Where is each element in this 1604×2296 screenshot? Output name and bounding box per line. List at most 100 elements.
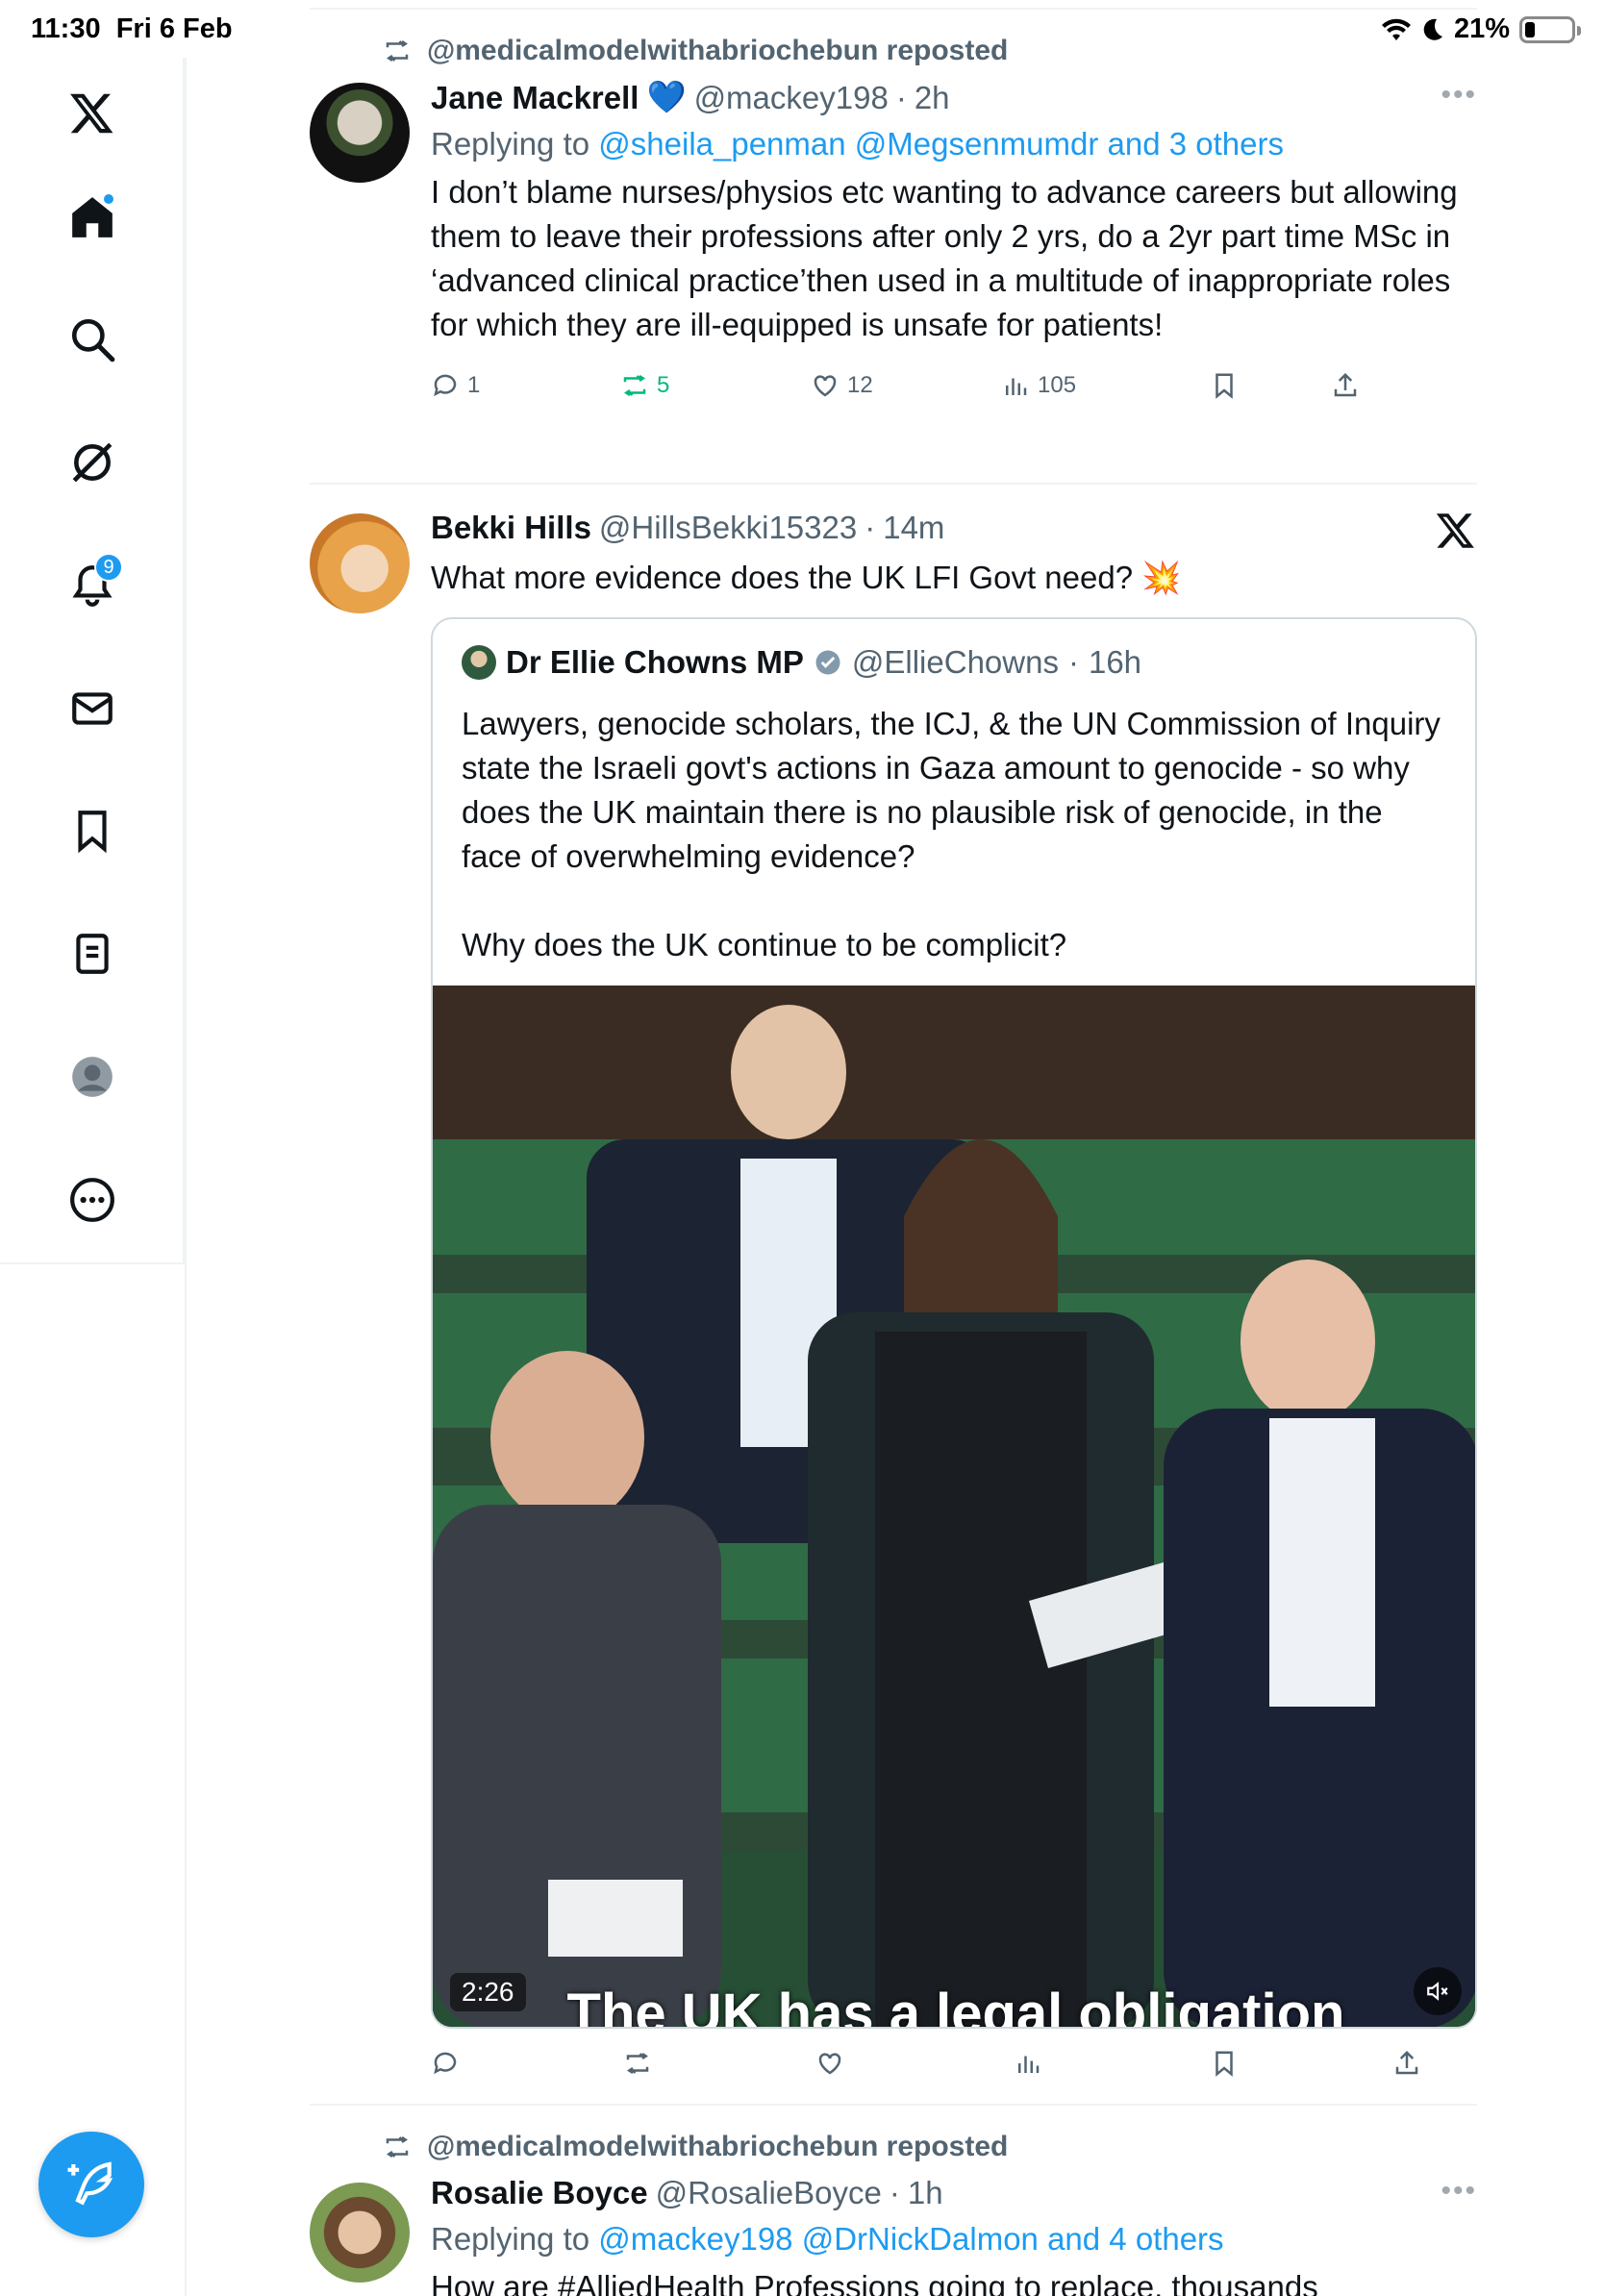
x-logo-icon: [1436, 513, 1474, 548]
reply-icon: [434, 374, 457, 397]
home-dot: [102, 192, 115, 206]
views-button[interactable]: 105: [1001, 371, 1076, 400]
like-button[interactable]: [815, 2049, 844, 2078]
share-icon: [1334, 372, 1357, 397]
separator: ·: [865, 510, 876, 545]
reply-context: Replying to @mackey198 @DrNickDalmon and…: [431, 2221, 1224, 2257]
author-handle[interactable]: @HillsBekki15323: [599, 510, 857, 546]
compose-button[interactable]: [38, 2132, 144, 2237]
messages-icon[interactable]: [58, 674, 127, 743]
repost-icon: [386, 39, 409, 62]
author-name[interactable]: Rosalie Boyce: [431, 2175, 648, 2211]
tweet-text: I don’t blame nurses/physios etc wanting…: [431, 174, 1458, 342]
verified-badge-icon: [815, 650, 840, 675]
author-name[interactable]: Bekki Hills: [431, 510, 591, 546]
views-icon: [1006, 378, 1027, 395]
avatar[interactable]: [310, 513, 410, 613]
share-button[interactable]: [1392, 2049, 1421, 2078]
heart-emoji: 💙: [646, 79, 687, 114]
top-divider: [310, 8, 1477, 10]
repost-indicator: @medicalmodelwithabriochebun reposted: [381, 35, 1008, 67]
repost-button[interactable]: 5: [620, 371, 669, 400]
bookmark-button[interactable]: [1210, 2049, 1239, 2078]
separator: ·: [1067, 644, 1079, 680]
views-icon: [1018, 2056, 1040, 2073]
home-icon[interactable]: [58, 183, 127, 252]
bookmarks-icon[interactable]: [58, 796, 127, 865]
notifications-icon[interactable]: 9: [58, 551, 127, 620]
repost-button[interactable]: [623, 2049, 652, 2078]
quote-timestamp[interactable]: 16h: [1089, 644, 1141, 681]
tweet-3[interactable]: @medicalmodelwithabriochebun reposted Ro…: [310, 2131, 1477, 2296]
separator: ·: [895, 79, 907, 115]
compose-icon: [67, 2161, 113, 2206]
action-bar: 1 5 12 105: [431, 366, 1477, 405]
x-logo-icon[interactable]: [58, 79, 127, 148]
share-icon: [1395, 2050, 1418, 2075]
sidebar: 9: [0, 58, 185, 1264]
timestamp[interactable]: 14m: [883, 510, 944, 546]
repost-indicator: @medicalmodelwithabriochebun reposted: [381, 2131, 1008, 2163]
avatar[interactable]: [310, 83, 410, 183]
status-time: 11:30 Fri 6 Feb: [31, 13, 233, 44]
repost-icon: [626, 2052, 649, 2075]
action-bar: [431, 2044, 1477, 2083]
reply-mentions[interactable]: @mackey198 @DrNickDalmon and 4 others: [598, 2221, 1223, 2257]
tweet-body: Jane Mackrell 💙 @mackey198 · 2h ••• Repl…: [431, 79, 1477, 405]
views-button[interactable]: [1014, 2049, 1042, 2078]
quoted-tweet[interactable]: Dr Ellie Chowns MP @EllieChowns · 16h La…: [431, 617, 1477, 2029]
video-caption: The UK has a legal obligation: [566, 1983, 1345, 2029]
bookmark-button[interactable]: [1210, 371, 1239, 400]
timestamp[interactable]: 2h: [915, 80, 950, 116]
search-icon[interactable]: [58, 305, 127, 374]
mute-button[interactable]: [1414, 1967, 1462, 2015]
avatar[interactable]: [310, 2183, 410, 2283]
tweet-header: Bekki Hills @HillsBekki15323 · 14m: [431, 510, 1477, 546]
repost-icon: [623, 374, 646, 397]
notifications-badge: 9: [94, 553, 123, 582]
video-frame: [433, 986, 1475, 2027]
reply-icon: [434, 2052, 457, 2075]
sidebar-divider: [185, 58, 187, 2296]
author-handle[interactable]: @mackey198: [694, 80, 889, 116]
tweet-divider: [310, 483, 1477, 485]
tweet-header: Jane Mackrell 💙 @mackey198 · 2h: [431, 79, 1477, 116]
avatar: [462, 645, 496, 680]
author-handle[interactable]: @RosalieBoyce: [656, 2175, 882, 2211]
tweet-text: How are #AlliedHealth Professions going …: [431, 2269, 1318, 2296]
author-name[interactable]: Jane Mackrell: [431, 80, 639, 116]
reply-context: Replying to @sheila_penman @Megsenmumdr …: [431, 126, 1284, 162]
reply-button[interactable]: [431, 2049, 460, 2078]
heart-icon: [814, 375, 837, 397]
reply-button[interactable]: 1: [431, 371, 480, 400]
bookmark-icon: [1216, 2051, 1233, 2077]
heart-icon: [818, 2053, 841, 2075]
lists-icon[interactable]: [58, 919, 127, 988]
separator: ·: [889, 2175, 900, 2210]
video-player[interactable]: The UK has a legal obligation 2:26: [433, 986, 1475, 2029]
profile-icon[interactable]: [58, 1042, 127, 1111]
quote-text: Lawyers, genocide scholars, the ICJ, & t…: [462, 706, 1441, 962]
grok-icon[interactable]: [58, 428, 127, 497]
video-duration: 2:26: [450, 1973, 526, 2011]
battery-icon: [1519, 15, 1581, 43]
tweet-body: Bekki Hills @HillsBekki15323 · 14m What …: [431, 510, 1477, 600]
quote-author-name[interactable]: Dr Ellie Chowns MP: [506, 644, 804, 681]
tweet-header: Rosalie Boyce @RosalieBoyce · 1h: [431, 2175, 1477, 2211]
tweet-2[interactable]: Bekki Hills @HillsBekki15323 · 14m What …: [310, 510, 1477, 2096]
more-icon[interactable]: [58, 1165, 127, 1235]
quote-header: Dr Ellie Chowns MP @EllieChowns · 16h: [462, 644, 1141, 681]
timestamp[interactable]: 1h: [908, 2175, 943, 2211]
quote-author-handle[interactable]: @EllieChowns: [852, 644, 1059, 681]
like-button[interactable]: 12: [811, 371, 873, 400]
more-options-icon[interactable]: •••: [1441, 2175, 1477, 2208]
tweet-divider: [310, 2104, 1477, 2106]
more-options-icon[interactable]: •••: [1441, 79, 1477, 112]
tweet-text: What more evidence does the UK LFI Govt …: [431, 560, 1182, 595]
mute-icon: [1427, 1982, 1448, 2001]
tweet-body: Rosalie Boyce @RosalieBoyce · 1h ••• Rep…: [431, 2175, 1477, 2296]
repost-icon: [386, 2135, 409, 2159]
tweet-1[interactable]: @medicalmodelwithabriochebun reposted Ja…: [310, 35, 1477, 487]
reply-mentions[interactable]: @sheila_penman @Megsenmumdr and 3 others: [598, 126, 1284, 162]
share-button[interactable]: [1331, 371, 1360, 400]
